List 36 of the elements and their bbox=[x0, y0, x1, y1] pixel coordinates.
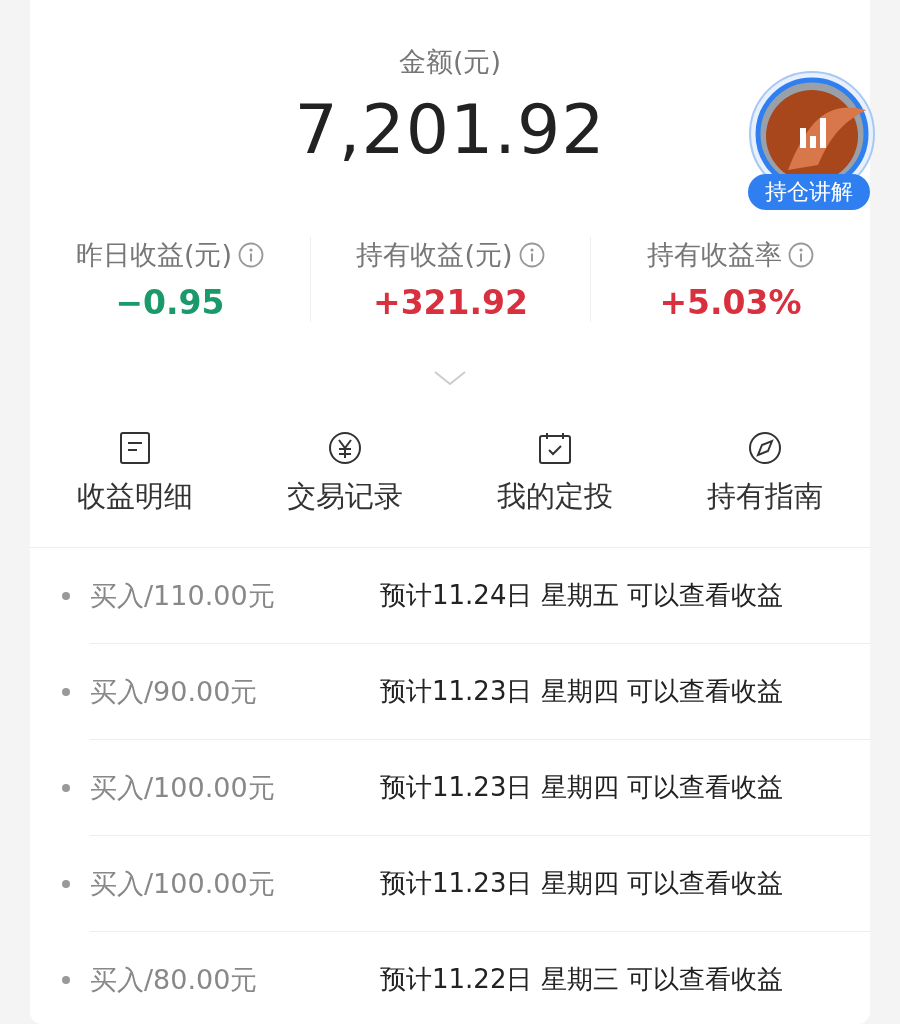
bullet-icon bbox=[62, 879, 70, 888]
shortcut-button[interactable]: 我的定投 bbox=[450, 431, 660, 517]
purchase-amount: 买入/100.00元 bbox=[90, 770, 276, 805]
bullet-icon bbox=[62, 591, 70, 600]
compass-icon bbox=[748, 431, 782, 465]
explain-badge[interactable]: 持仓讲解 bbox=[748, 70, 876, 210]
purchase-amount: 买入/110.00元 bbox=[90, 578, 276, 613]
stat-value: +321.92 bbox=[373, 283, 528, 322]
info-icon[interactable] bbox=[788, 242, 814, 268]
purchase-amount: 买入/80.00元 bbox=[90, 962, 259, 997]
balance-amount: 7,201.92 bbox=[294, 90, 606, 169]
shortcut-button[interactable]: 收益明细 bbox=[30, 431, 240, 517]
earnings-note: 预计11.23日 星期四 可以查看收益 bbox=[380, 675, 783, 708]
info-icon[interactable] bbox=[518, 242, 545, 268]
stat-value: −0.95 bbox=[115, 283, 225, 322]
purchase-amount: 买入/90.00元 bbox=[90, 674, 259, 709]
stat-label: 持有收益(元) bbox=[356, 238, 513, 272]
earnings-note: 预计11.23日 星期四 可以查看收益 bbox=[380, 771, 783, 804]
calendar-icon bbox=[538, 431, 572, 465]
stat-value: +5.03% bbox=[659, 283, 802, 322]
info-icon[interactable] bbox=[238, 242, 265, 268]
stat-label: 昨日收益(元) bbox=[75, 238, 233, 272]
purchase-amount: 买入/100.00元 bbox=[90, 866, 276, 901]
stat-label: 持有收益率 bbox=[647, 238, 782, 272]
earnings-note: 预计11.22日 星期三 可以查看收益 bbox=[380, 963, 783, 996]
bullet-icon bbox=[62, 687, 70, 696]
yen-icon bbox=[328, 431, 362, 465]
bullet-icon bbox=[62, 783, 70, 792]
earnings-note: 预计11.24日 星期五 可以查看收益 bbox=[380, 579, 783, 612]
earnings-note: 预计11.23日 星期四 可以查看收益 bbox=[380, 867, 783, 900]
chevron-down-icon[interactable] bbox=[433, 370, 467, 386]
balance-label: 金额(元) bbox=[398, 45, 502, 79]
document-icon bbox=[118, 431, 152, 465]
bullet-icon bbox=[62, 975, 70, 984]
shortcut-button[interactable]: 交易记录 bbox=[240, 431, 450, 517]
shortcut-button[interactable]: 持有指南 bbox=[660, 431, 870, 517]
